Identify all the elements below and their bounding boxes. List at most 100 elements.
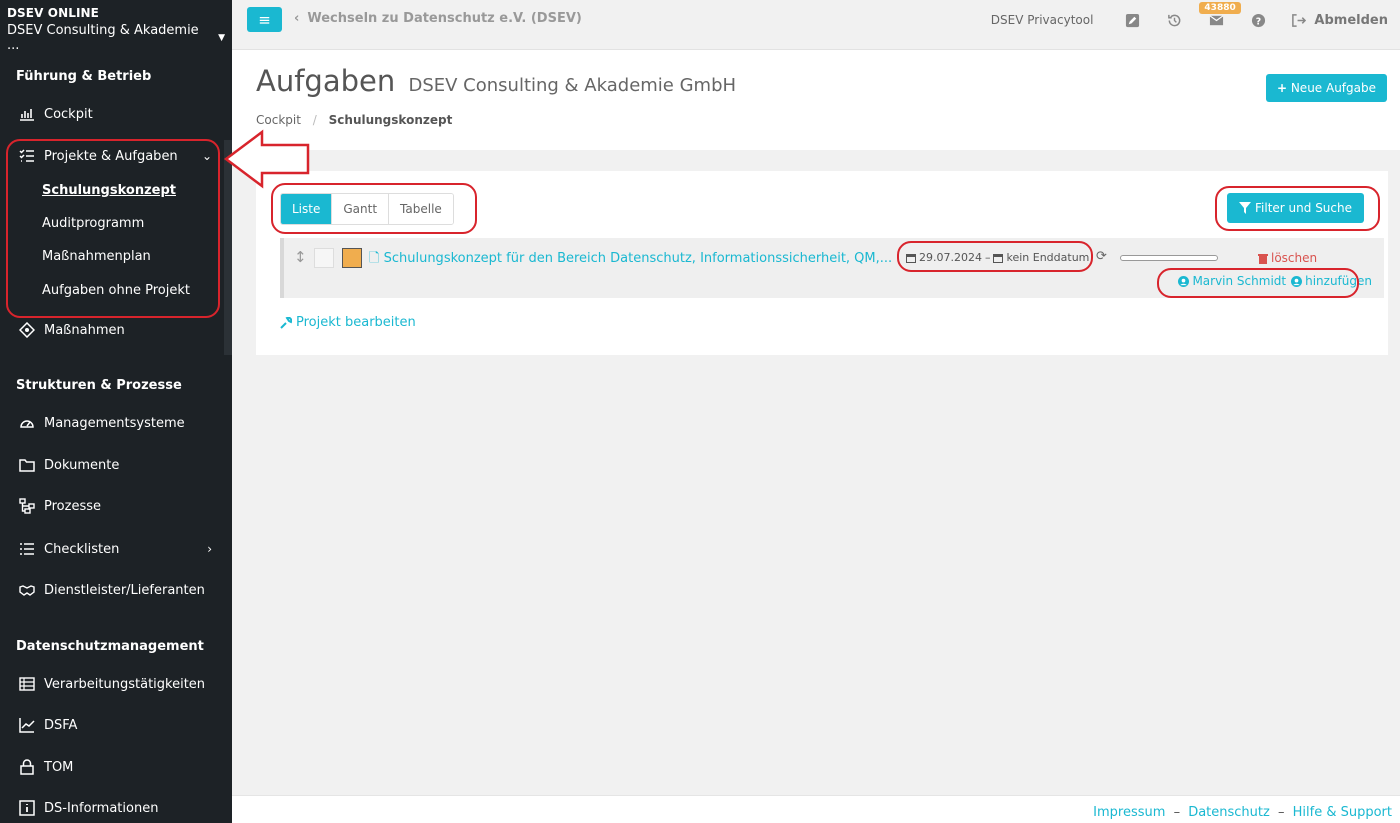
sidebar-item-dienstleister[interactable]: Dienstleister/Lieferanten — [0, 578, 232, 602]
task-row: ↕ 🗋 Schulungskonzept für den Bereich Dat… — [280, 238, 1384, 298]
end-date: kein Enddatum — [1006, 251, 1090, 264]
topbar-actions: DSEV Privacytool 43880 ? Abmelden — [991, 2, 1388, 29]
footer-datenschutz-link[interactable]: Datenschutz — [1188, 805, 1270, 820]
caret-down-icon: ▼ — [218, 33, 225, 43]
task-progress-bar — [1120, 255, 1218, 261]
repeat-icon[interactable]: ⟳ — [1096, 249, 1107, 264]
chevron-right-icon: › — [207, 542, 212, 556]
task-title-text: Schulungskonzept für den Bereich Datensc… — [383, 251, 893, 266]
task-panel: Liste Gantt Tabelle Filter und Suche ↕ 🗋… — [256, 171, 1388, 355]
sidebar-item-projekte[interactable]: Projekte & Aufgaben ⌄ — [0, 144, 232, 168]
footer-separator: – — [1173, 805, 1181, 820]
tab-liste[interactable]: Liste — [281, 194, 333, 224]
sidebar-item-label: Projekte & Aufgaben — [44, 148, 178, 164]
edit-icon[interactable] — [1123, 11, 1141, 29]
page-title-text: Aufgaben — [256, 64, 396, 98]
sidebar-item-label: DSFA — [44, 717, 78, 733]
sidebar-item-label: Verarbeitungstätigkeiten — [44, 676, 206, 692]
sidebar-item-massnahmen[interactable]: Maßnahmen — [0, 318, 232, 342]
breadcrumb-cockpit[interactable]: Cockpit — [256, 113, 301, 127]
sidebar-item-label: Managementsysteme — [44, 415, 185, 431]
tasks-icon — [18, 147, 36, 165]
sidebar-item-ds-informationen[interactable]: DS-Informationen — [0, 796, 232, 820]
sidebar-item-label: Dienstleister/Lieferanten — [44, 582, 205, 598]
topbar: ≡ ‹ Wechseln zu Datenschutz e.V. (DSEV) D… — [232, 0, 1400, 50]
footer-impressum-link[interactable]: Impressum — [1093, 805, 1165, 820]
delete-task-button[interactable]: löschen — [1258, 251, 1317, 265]
logout-icon — [1292, 13, 1307, 27]
sidebar-subitem-schulungskonzept[interactable]: Schulungskonzept — [42, 183, 176, 198]
chevron-down-icon: ⌄ — [201, 149, 212, 163]
hamburger-icon: ≡ — [258, 10, 271, 29]
tab-gantt[interactable]: Gantt — [332, 194, 390, 224]
sidebar-item-verarbeitungstaetigkeiten[interactable]: Verarbeitungstätigkeiten — [0, 672, 232, 696]
mail-icon[interactable]: 43880 — [1199, 2, 1241, 29]
tab-tabelle[interactable]: Tabelle — [389, 194, 453, 224]
breadcrumb-separator: / — [312, 113, 317, 127]
sidebar-subitem-auditprogramm[interactable]: Auditprogramm — [42, 216, 144, 231]
diamond-icon — [18, 321, 36, 339]
edit-project-link[interactable]: Projekt bearbeiten — [280, 315, 416, 330]
sidebar-scrollbar[interactable] — [224, 140, 232, 355]
sidebar-item-dsfa[interactable]: DSFA — [0, 713, 232, 737]
sidebar-item-label: Dokumente — [44, 457, 120, 473]
main-content: Liste Gantt Tabelle Filter und Suche ↕ 🗋… — [232, 150, 1400, 795]
org-selector[interactable]: DSEV Consulting & Akademie ... ▼ — [7, 23, 225, 53]
new-task-button[interactable]: + Neue Aufgabe — [1265, 74, 1387, 102]
filter-label: Filter und Suche — [1255, 201, 1352, 215]
task-title-link[interactable]: 🗋 Schulungskonzept für den Bereich Daten… — [369, 249, 897, 271]
delete-label: löschen — [1271, 251, 1318, 265]
brand-title: DSEV ONLINE — [7, 6, 99, 20]
sidebar-subitem-aufgaben-ohne-projekt[interactable]: Aufgaben ohne Projekt — [42, 283, 190, 298]
user-circle-icon — [1291, 275, 1303, 287]
sidebar-item-label: Prozesse — [44, 498, 101, 514]
table-list-icon — [18, 675, 36, 693]
gauge-icon — [18, 414, 36, 432]
task-color-swatch[interactable] — [342, 248, 362, 268]
sitemap-icon — [18, 497, 36, 515]
sidebar-item-managementsysteme[interactable]: Managementsysteme — [0, 411, 232, 435]
sidebar-item-label: Cockpit — [44, 106, 93, 122]
help-icon[interactable]: ? — [1249, 11, 1267, 29]
sidebar-item-label: Maßnahmen — [44, 322, 125, 338]
sidebar-item-dokumente[interactable]: Dokumente — [0, 453, 232, 477]
line-chart-icon — [18, 716, 36, 734]
footer: Impressum – Datenschutz – Hilfe & Suppor… — [232, 795, 1400, 823]
page-subtitle: DSEV Consulting & Akademie GmbH — [408, 75, 737, 96]
assignee-name[interactable]: Marvin Schmidt — [1192, 274, 1286, 288]
lock-icon — [18, 758, 36, 776]
footer-links: Impressum – Datenschutz – Hilfe & Suppor… — [1093, 805, 1392, 820]
sidebar: DSEV ONLINE DSEV Consulting & Akademie .… — [0, 0, 232, 823]
logout-button[interactable]: Abmelden — [1291, 13, 1388, 28]
add-assignee-link[interactable]: hinzufügen — [1305, 274, 1372, 288]
footer-help-link[interactable]: Hilfe & Support — [1293, 805, 1392, 820]
sidebar-subitem-massnahmenplan[interactable]: Maßnahmenplan — [42, 249, 151, 264]
filter-search-button[interactable]: Filter und Suche — [1227, 193, 1364, 223]
edit-project-label: Projekt bearbeiten — [296, 315, 416, 330]
chevron-left-icon: ‹ — [294, 11, 300, 26]
info-icon — [18, 799, 36, 817]
task-assignees: Marvin Schmidt hinzufügen — [1178, 274, 1372, 288]
menu-toggle-button[interactable]: ≡ — [247, 7, 282, 32]
page-header: Aufgaben DSEV Consulting & Akademie GmbH… — [232, 50, 1400, 150]
handshake-icon — [18, 581, 36, 599]
sidebar-item-checklisten[interactable]: Checklisten › — [0, 537, 232, 561]
task-dates: 29.07.2024 – kein Enddatum — [906, 251, 1089, 264]
sidebar-item-cockpit[interactable]: Cockpit — [0, 102, 232, 126]
new-task-label: Neue Aufgabe — [1290, 81, 1376, 95]
drag-handle-icon[interactable]: ↕ — [294, 248, 307, 266]
bar-chart-icon — [18, 105, 36, 123]
switch-organization-link[interactable]: ‹ Wechseln zu Datenschutz e.V. (DSEV) — [294, 11, 582, 26]
start-date: 29.07.2024 — [919, 251, 982, 264]
history-icon[interactable] — [1165, 11, 1183, 29]
sidebar-item-prozesse[interactable]: Prozesse — [0, 494, 232, 518]
calendar-icon — [906, 253, 916, 263]
calendar-icon — [993, 253, 1004, 263]
task-checkbox[interactable] — [314, 248, 334, 268]
breadcrumb: Cockpit / Schulungskonzept — [256, 113, 452, 127]
notification-badge: 43880 — [1199, 2, 1241, 14]
footer-separator: – — [1277, 805, 1285, 820]
page-title: Aufgaben DSEV Consulting & Akademie GmbH — [256, 64, 736, 98]
sidebar-item-tom[interactable]: TOM — [0, 755, 232, 779]
sidebar-item-label: DS-Informationen — [44, 800, 159, 816]
